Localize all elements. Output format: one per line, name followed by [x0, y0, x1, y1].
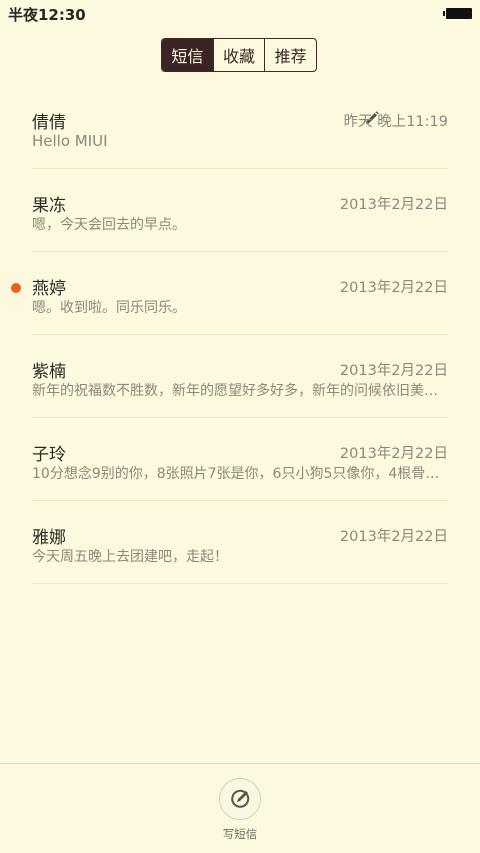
status-time: 半夜12:30 [8, 6, 86, 24]
conversation-item[interactable]: 倩倩 Hello MIUI 昨天 晚上11:19 [0, 86, 480, 169]
tab-bar: 短信 收藏 推荐 [161, 38, 317, 72]
message-preview: 嗯。收到啦。同乐同乐。 [32, 300, 186, 316]
status-bar: 半夜12:30 [0, 0, 480, 28]
conversation-item[interactable]: 燕婷 嗯。收到啦。同乐同乐。 2013年2月22日 [0, 252, 480, 335]
unread-indicator [11, 283, 21, 293]
message-date: 2013年2月22日 [339, 363, 448, 379]
message-preview: 新年的祝福数不胜数，新年的愿望好多好多，新年的问候依旧美好，新年的 [32, 383, 444, 399]
message-date: 昨天 晚上11:19 [343, 114, 448, 130]
message-date: 2013年2月22日 [339, 446, 448, 462]
sender-name: 子玲 [32, 445, 66, 465]
conversation-item[interactable]: 子玲 10分想念9别的你，8张照片7张是你，6只小狗5只像你，4根骨头3根给你 … [0, 418, 480, 501]
message-preview: Hello MIUI [32, 132, 108, 150]
compose-label: 写短信 [222, 827, 258, 841]
sender-name: 果冻 [32, 196, 66, 216]
sender-name: 雅娜 [32, 528, 66, 548]
message-preview: 10分想念9别的你，8张照片7张是你，6只小狗5只像你，4根骨头3根给你 [32, 466, 444, 482]
message-date: 2013年2月22日 [339, 197, 448, 213]
conversation-item[interactable]: 紫楠 新年的祝福数不胜数，新年的愿望好多好多，新年的问候依旧美好，新年的 201… [0, 335, 480, 418]
sender-name: 燕婷 [32, 279, 66, 299]
sender-name: 紫楠 [32, 362, 66, 382]
tab-recommended[interactable]: 推荐 [264, 39, 316, 71]
message-date: 2013年2月22日 [339, 529, 448, 545]
compose-button[interactable] [219, 778, 261, 820]
sender-name: 倩倩 [32, 113, 66, 133]
battery-icon [443, 8, 472, 19]
tab-favorites[interactable]: 收藏 [212, 39, 265, 71]
message-preview: 今天周五晚上去团建吧，走起！ [32, 549, 228, 565]
compose-icon [231, 789, 250, 808]
message-date: 2013年2月22日 [339, 280, 448, 296]
message-preview: 嗯，今天会回去的早点。 [32, 217, 186, 233]
conversation-item[interactable]: 果冻 嗯，今天会回去的早点。 2013年2月22日 [0, 169, 480, 252]
tab-sms[interactable]: 短信 [162, 39, 213, 71]
conversation-list: 倩倩 Hello MIUI 昨天 晚上11:19 果冻 嗯，今天会回去的早点。 … [0, 86, 480, 584]
conversation-item[interactable]: 雅娜 今天周五晚上去团建吧，走起！ 2013年2月22日 [0, 501, 480, 584]
bottom-bar: 写短信 [0, 763, 480, 853]
